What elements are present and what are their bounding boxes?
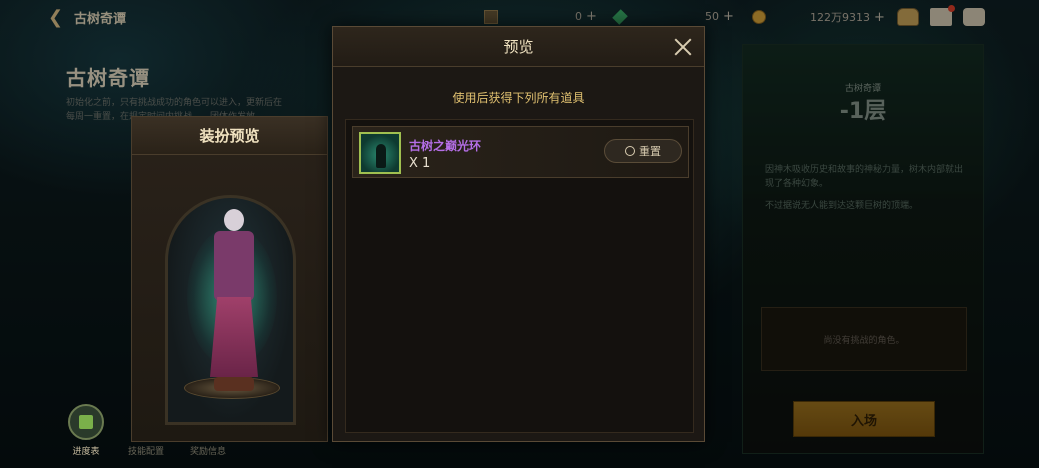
nav-progress-label: 进度表 <box>72 447 100 457</box>
close-icon[interactable] <box>672 36 694 58</box>
modal-subtitle: 使用后获得下列所有道具 <box>452 91 585 105</box>
halo-item-icon <box>359 132 401 174</box>
reset-icon <box>625 146 635 156</box>
character-head <box>224 209 244 231</box>
preview-modal: 预览 使用后获得下列所有道具 古树之巅光环 X 1 重置 <box>332 26 705 442</box>
modal-title: 预览 <box>503 38 534 56</box>
outfit-preview-panel: 装扮预览 <box>131 116 328 442</box>
modal-header: 预览 <box>333 27 704 67</box>
item-quantity: X 1 <box>409 156 431 171</box>
nav-rewards-label: 奖励信息 <box>190 447 227 457</box>
nav-rewards[interactable]: 奖励信息 <box>190 404 226 457</box>
nav-skills-label: 技能配置 <box>128 447 165 457</box>
nav-progress[interactable]: 进度表 <box>68 404 104 457</box>
character-feet <box>214 377 254 391</box>
list-item[interactable]: 古树之巅光环 X 1 重置 <box>352 126 689 178</box>
nav-skills[interactable]: 技能配置 <box>128 404 164 457</box>
character-model <box>204 209 264 399</box>
character-robe <box>210 297 258 377</box>
outfit-preview-title: 装扮预览 <box>132 117 327 155</box>
reset-button[interactable]: 重置 <box>604 139 682 163</box>
item-list: 古树之巅光环 X 1 重置 <box>345 119 694 433</box>
calendar-icon <box>68 404 104 440</box>
character-body <box>214 231 254 301</box>
reset-label: 重置 <box>639 145 661 158</box>
item-name: 古树之巅光环 <box>409 139 482 153</box>
